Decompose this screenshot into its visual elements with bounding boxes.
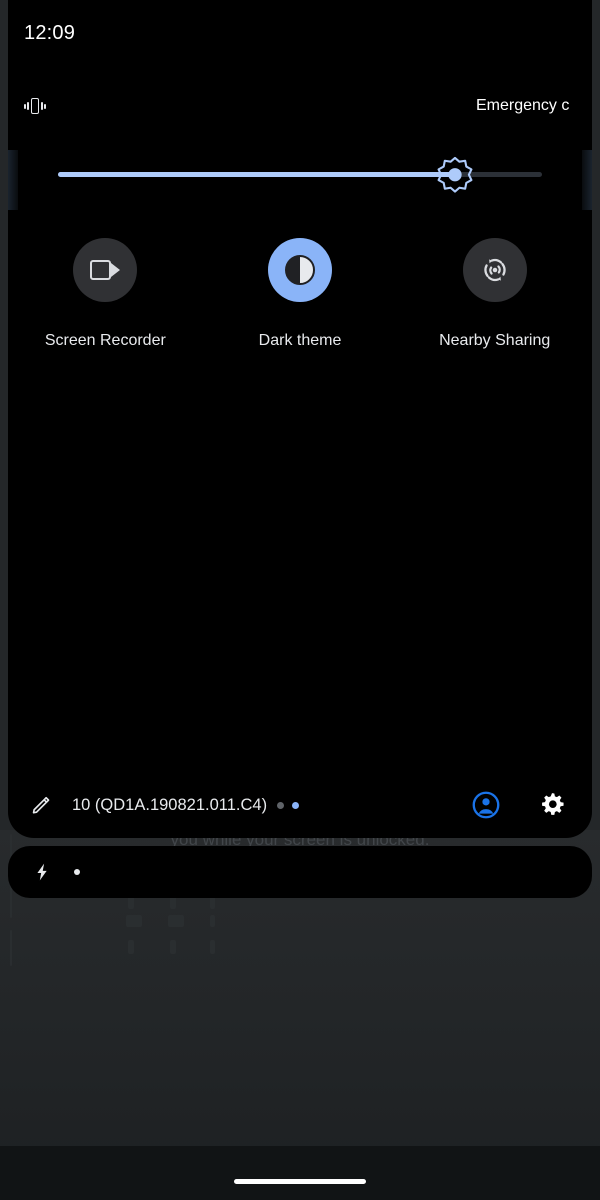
page-indicator[interactable] [277,801,300,809]
lightning-bolt-icon [37,863,47,881]
phone-screen: you while your screen is unlocked. 12:09… [0,0,600,1200]
quick-settings-footer: 10 (QD1A.190821.011.C4) [8,772,592,838]
status-bar: 12:09 [8,0,592,66]
user-avatar-icon[interactable] [472,791,500,819]
pencil-edit-icon[interactable] [30,794,52,816]
ringer-status[interactable]: Phone on vibrate [24,97,177,115]
tile-icon-background [73,238,138,302]
emergency-call-button[interactable]: Emergency c [476,97,592,115]
tile-label-dark-theme: Dark theme [258,332,342,349]
tile-icon-background [268,238,332,302]
home-gesture-bar[interactable] [234,1179,366,1184]
status-bar-clock: 12:09 [24,21,76,44]
nearby-share-icon [483,258,506,282]
brightness-slider[interactable] [58,156,542,193]
footer-actions [472,791,566,819]
navigation-bar [0,1146,600,1200]
page-dot-1[interactable] [277,801,285,809]
gear-icon[interactable] [538,791,566,819]
build-number-label[interactable]: 10 (QD1A.190821.011.C4) [72,796,267,815]
quick-settings-header: Phone on vibrate Emergency c [8,88,592,124]
notification-card[interactable] [8,846,592,898]
tile-screen-recorder[interactable]: Screen Recorder [8,238,203,350]
tile-dark-theme[interactable]: Dark theme [203,238,398,350]
panel-edge-tint-right [582,150,592,210]
tile-label-screen-recorder: Screen Recorder [44,332,166,349]
ringer-status-label: Phone on vibrate [56,97,177,114]
notification-badge-dot [74,869,80,875]
tile-icon-background [462,238,527,302]
video-camera-icon [90,260,121,280]
vibrate-icon [24,98,46,114]
panel-edge-tint-left [8,150,18,210]
quick-settings-tiles: Screen Recorder Dark theme Nearby Sharin… [8,238,592,350]
tile-nearby-sharing[interactable]: Nearby Sharing [397,238,592,350]
tile-label-nearby-sharing: Nearby Sharing [439,332,551,349]
brightness-sun-icon[interactable] [436,156,474,194]
quick-settings-panel: 12:09 Phone on vibrate Emergency c Scree… [8,0,592,838]
page-dot-2[interactable] [292,801,300,809]
contrast-circle-icon [285,255,315,285]
brightness-fill [58,172,455,177]
